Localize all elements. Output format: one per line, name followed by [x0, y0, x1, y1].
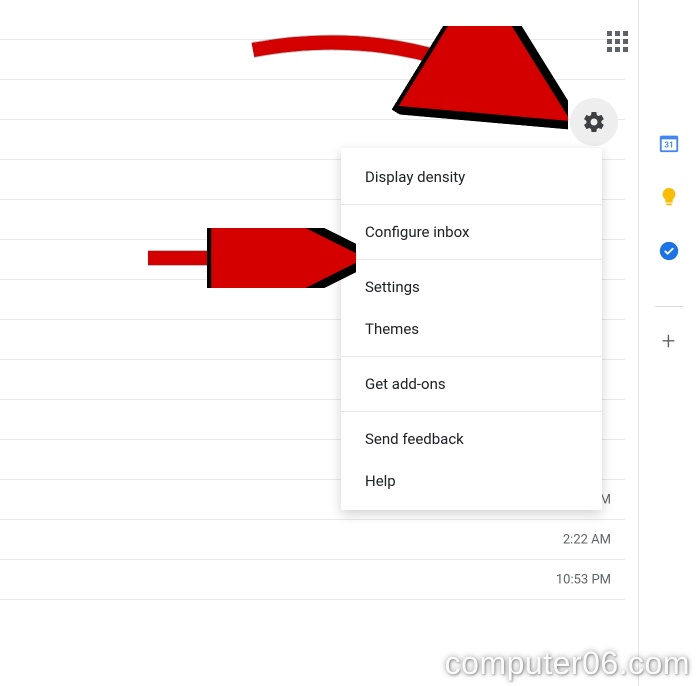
- menu-item-themes[interactable]: Themes: [341, 308, 602, 350]
- table-row[interactable]: 2:22 AM: [0, 520, 625, 560]
- divider: [341, 259, 602, 260]
- table-row[interactable]: [0, 80, 625, 120]
- divider: [341, 411, 602, 412]
- svg-text:31: 31: [664, 141, 673, 151]
- menu-item-help[interactable]: Help: [341, 460, 602, 502]
- menu-item-configure-inbox[interactable]: Configure inbox: [341, 211, 602, 253]
- row-time: 10:53 PM: [556, 572, 611, 587]
- menu-item-get-addons[interactable]: Get add-ons: [341, 363, 602, 405]
- tasks-icon[interactable]: [658, 240, 680, 262]
- divider: [655, 306, 683, 307]
- menu-item-display-density[interactable]: Display density: [341, 156, 602, 198]
- table-row[interactable]: [0, 40, 625, 80]
- add-addon-button[interactable]: +: [662, 327, 676, 355]
- menu-item-send-feedback[interactable]: Send feedback: [341, 418, 602, 460]
- watermark: computer06.com: [445, 645, 690, 682]
- gear-icon: [582, 110, 606, 134]
- toolbar-split-button[interactable]: [540, 112, 560, 132]
- keep-icon[interactable]: [658, 186, 680, 208]
- calendar-icon[interactable]: 31: [658, 132, 680, 154]
- settings-button[interactable]: [570, 98, 618, 146]
- settings-menu: Display density Configure inbox Settings…: [341, 148, 602, 510]
- apps-launcher-icon[interactable]: [607, 31, 628, 52]
- side-panel: 31 +: [638, 0, 698, 686]
- table-row[interactable]: 10:53 PM: [0, 560, 625, 600]
- divider: [341, 204, 602, 205]
- divider: [341, 356, 602, 357]
- row-time: 2:22 AM: [563, 532, 611, 547]
- table-row[interactable]: [0, 0, 625, 40]
- menu-item-settings[interactable]: Settings: [341, 266, 602, 308]
- chevron-down-icon: [540, 112, 560, 132]
